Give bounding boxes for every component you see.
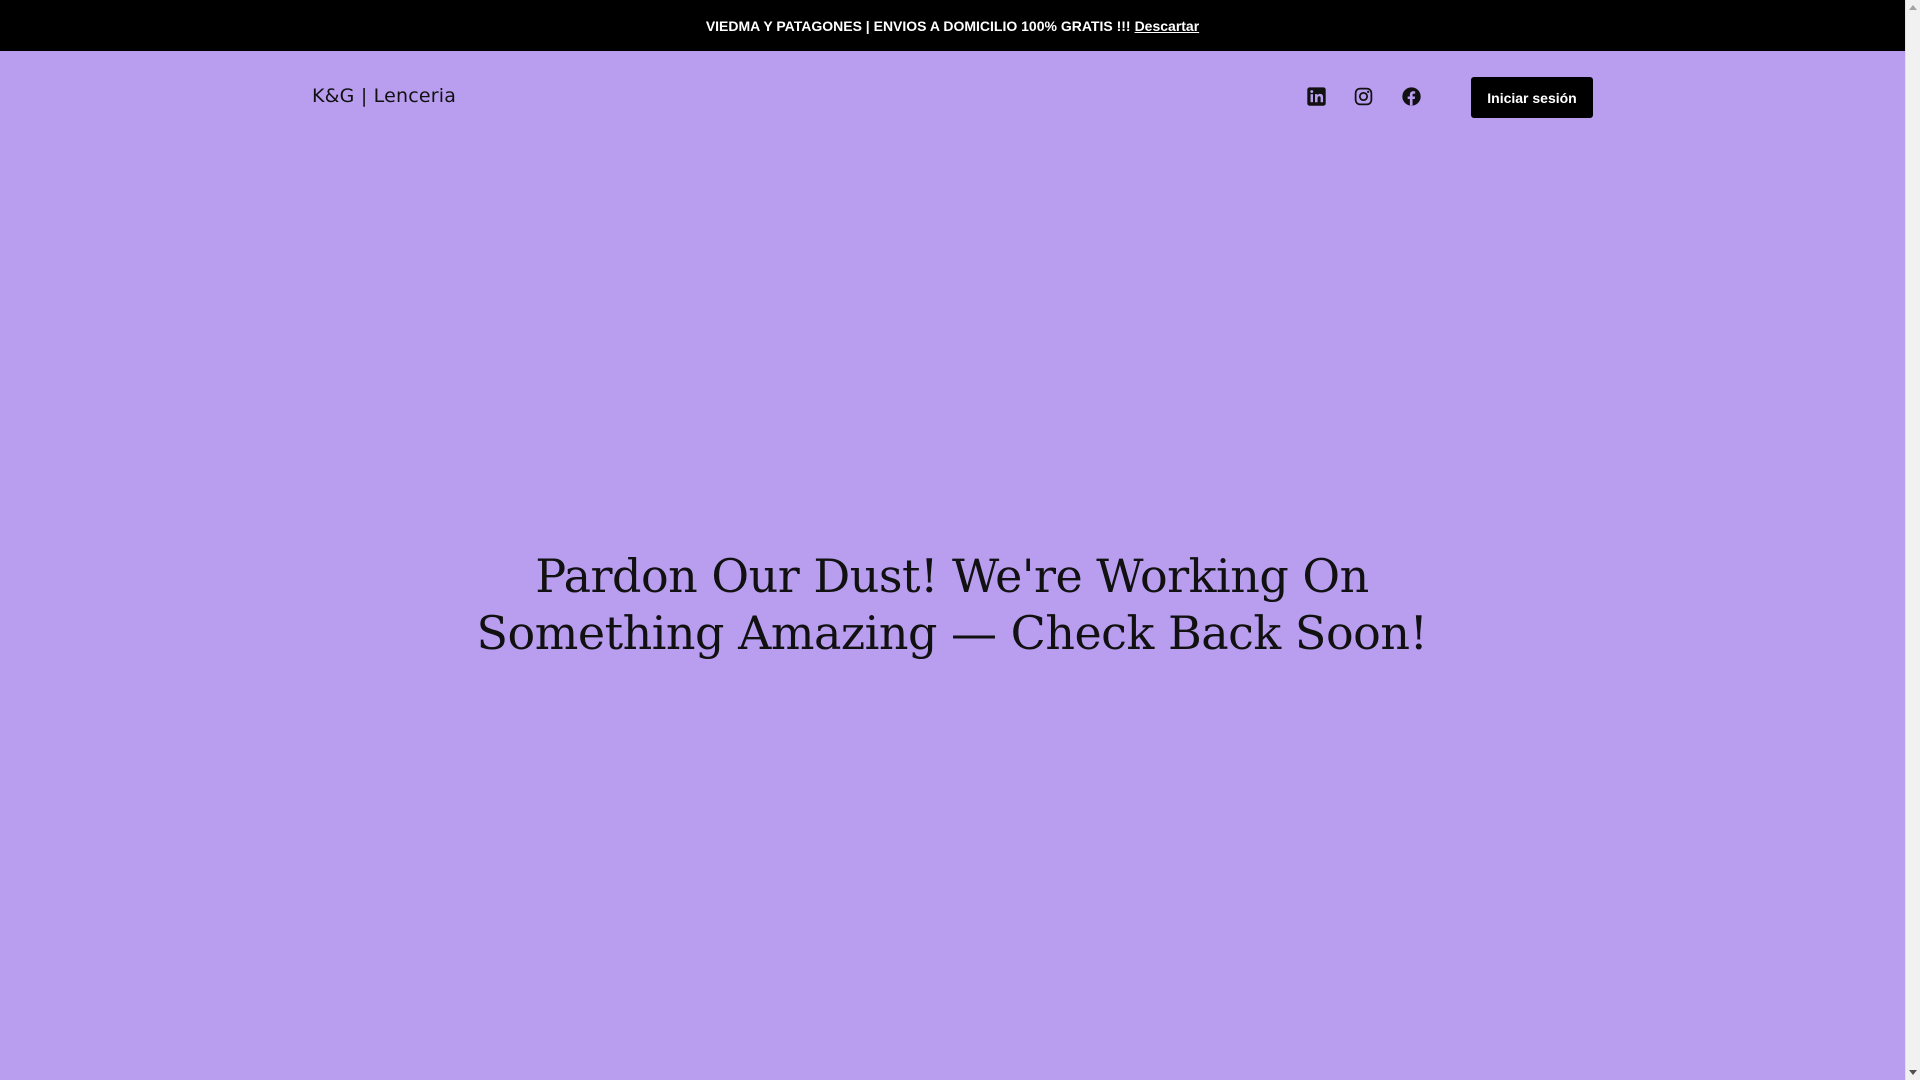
page: VIEDMA Y PATAGONES | ENVIOS A DOMICILIO …	[0, 0, 1905, 1080]
scroll-down-icon[interactable]	[1909, 1070, 1917, 1075]
site-header: K&G | Lenceria Iniciar sesión	[0, 51, 1905, 143]
page-title: Pardon Our Dust! We're Working On Someth…	[476, 549, 1428, 660]
site-title[interactable]: K&G | Lenceria	[312, 85, 456, 107]
announcement-message: VIEDMA Y PATAGONES | ENVIOS A DOMICILIO …	[705, 17, 1131, 34]
announcement-bar: VIEDMA Y PATAGONES | ENVIOS A DOMICILIO …	[0, 0, 1905, 51]
vertical-scrollbar[interactable]	[1905, 0, 1920, 1080]
instagram-icon[interactable]	[1351, 84, 1375, 108]
scroll-up-icon[interactable]	[1909, 5, 1917, 10]
linkedin-icon[interactable]	[1304, 84, 1328, 108]
dismiss-link[interactable]: Descartar	[1135, 18, 1200, 34]
login-button[interactable]: Iniciar sesión	[1471, 77, 1593, 118]
facebook-icon[interactable]	[1399, 84, 1423, 108]
